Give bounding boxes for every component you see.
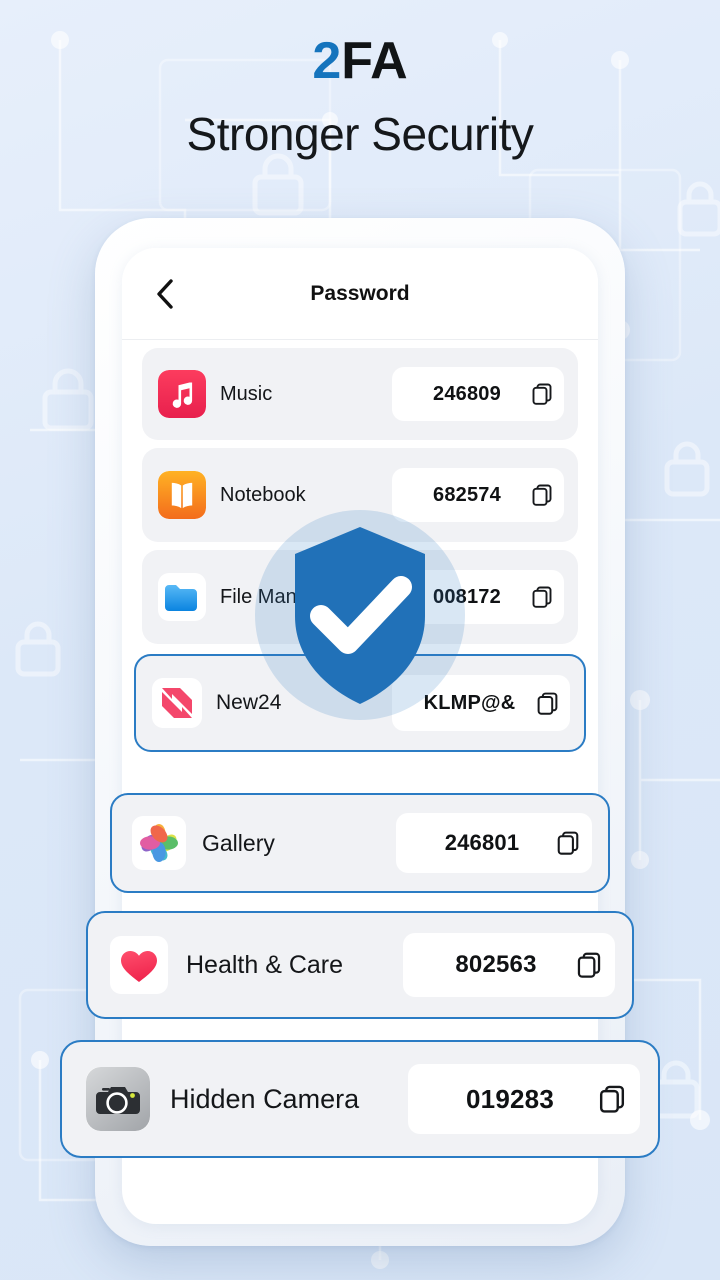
page-title: 2FA xyxy=(0,30,720,92)
code-value: 802563 xyxy=(455,951,537,978)
page-subtitle: Stronger Security xyxy=(186,108,534,160)
nav-title: Password xyxy=(310,281,410,305)
app-name: New24 xyxy=(216,691,282,714)
copy-icon xyxy=(532,383,552,405)
copy-button[interactable] xyxy=(557,831,579,855)
copy-icon xyxy=(557,831,579,855)
table-row[interactable]: Health & Care 802563 xyxy=(86,911,634,1019)
app-icon xyxy=(152,678,202,728)
copy-icon xyxy=(532,484,552,506)
copy-button[interactable] xyxy=(537,692,558,715)
code-pill: 682574 xyxy=(392,468,564,522)
code-pill: 246801 xyxy=(396,813,592,873)
book-icon xyxy=(158,471,206,519)
copy-icon xyxy=(577,952,601,978)
app-name: Music xyxy=(220,382,273,405)
app-icon xyxy=(158,471,206,519)
code-pill: 802563 xyxy=(403,933,615,997)
app-name: Hidden Camera xyxy=(170,1083,360,1114)
chevron-left-icon xyxy=(156,278,173,309)
code-pill: 019283 xyxy=(408,1064,640,1134)
code-value: 246809 xyxy=(433,382,501,405)
app-name: Health & Care xyxy=(186,950,344,979)
news-icon xyxy=(152,678,202,728)
app-icon xyxy=(86,1067,150,1131)
table-row[interactable]: Hidden Camera 019283 xyxy=(60,1040,660,1158)
table-row[interactable]: Music 246809 xyxy=(142,348,578,440)
camera-icon xyxy=(86,1067,150,1131)
table-row[interactable]: Notebook 682574 xyxy=(142,448,578,542)
table-row[interactable]: New24 KLMP@& xyxy=(134,654,586,752)
code-pill: KLMP@& xyxy=(392,675,570,731)
code-value: 008172 xyxy=(433,585,501,608)
copy-icon xyxy=(537,692,558,715)
photos-icon xyxy=(132,816,186,870)
password-list: Music 246809 Notebook 682574 File Manage… xyxy=(122,340,598,752)
page-title-rest: FA xyxy=(341,32,408,90)
back-button[interactable] xyxy=(144,274,184,314)
app-name: File Manager xyxy=(220,585,337,608)
table-row[interactable]: Gallery 246801 xyxy=(110,793,610,893)
music-note-icon xyxy=(158,370,206,418)
copy-button[interactable] xyxy=(532,383,552,405)
copy-button[interactable] xyxy=(577,952,601,978)
code-pill: 008172 xyxy=(392,570,564,624)
code-value: 246801 xyxy=(444,830,520,855)
copy-button[interactable] xyxy=(599,1085,625,1113)
heart-icon xyxy=(110,936,168,994)
app-name: Notebook xyxy=(220,483,306,506)
app-name: Gallery xyxy=(202,829,275,856)
code-value: 019283 xyxy=(466,1083,554,1114)
copy-button[interactable] xyxy=(532,586,552,608)
page-title-accent: 2 xyxy=(312,32,342,90)
copy-icon xyxy=(599,1085,625,1113)
code-value: 682574 xyxy=(433,483,501,506)
code-value: KLMP@& xyxy=(423,691,516,714)
code-pill: 246809 xyxy=(392,367,564,421)
app-icon xyxy=(158,370,206,418)
app-icon xyxy=(158,573,206,621)
copy-button[interactable] xyxy=(532,484,552,506)
table-row[interactable]: File Manager 008172 xyxy=(142,550,578,644)
app-icon xyxy=(110,936,168,994)
copy-icon xyxy=(532,586,552,608)
app-icon xyxy=(132,816,186,870)
folder-icon xyxy=(160,575,204,619)
navigation-bar: Password xyxy=(122,248,598,340)
